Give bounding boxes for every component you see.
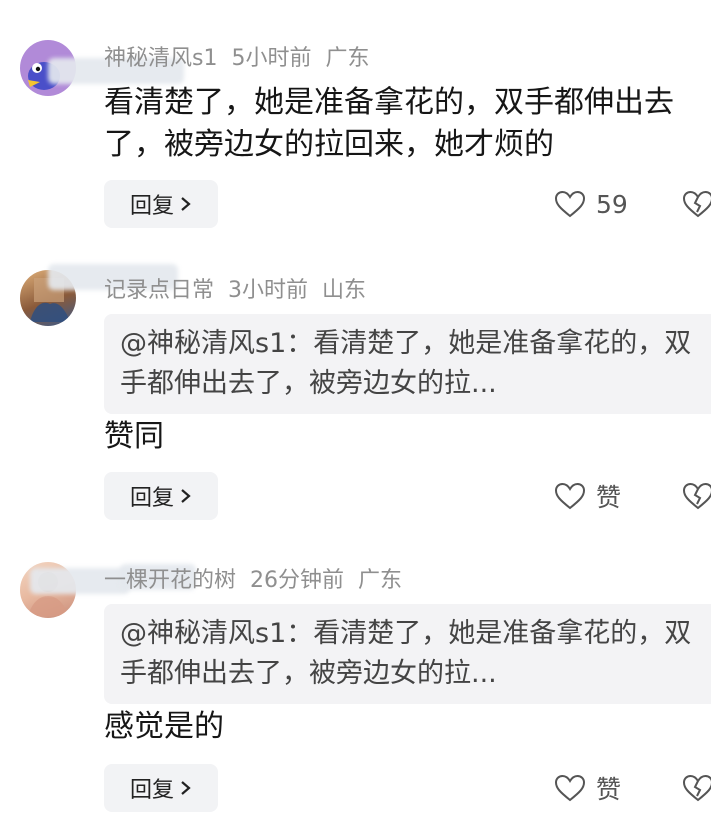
like-button[interactable]: 赞	[554, 764, 621, 812]
like-count: 赞	[596, 483, 622, 512]
like-count: 赞	[596, 775, 622, 804]
username[interactable]: 一棵开花的树	[104, 562, 236, 594]
reply-button[interactable]: 回复	[104, 764, 218, 812]
reply-button[interactable]: 回复	[104, 180, 218, 228]
broken-heart-icon	[682, 482, 711, 510]
comment-time: 26分钟前	[250, 568, 345, 593]
chevron-right-icon	[181, 197, 191, 211]
reply-label: 回复	[129, 778, 174, 803]
reply-label: 回复	[129, 486, 174, 511]
comment-location: 广东	[358, 568, 403, 593]
quoted-comment[interactable]: @神秘清风s1：看清楚了，她是准备拿花的，双手都伸出去了，被旁边女的拉...	[104, 604, 711, 704]
comment-time: 5小时前	[231, 46, 312, 71]
comment-time: 3小时前	[228, 278, 309, 303]
comment-meta: 神秘清风s1 5小时前 广东	[104, 40, 370, 72]
dislike-button[interactable]	[682, 472, 711, 520]
comment-location: 广东	[325, 46, 370, 71]
dislike-button[interactable]	[682, 764, 711, 812]
heart-icon	[554, 190, 586, 218]
broken-heart-icon	[682, 190, 711, 218]
like-button[interactable]: 赞	[554, 472, 621, 520]
like-count: 59	[596, 189, 628, 219]
chevron-right-icon	[181, 781, 191, 795]
username[interactable]: 神秘清风s1	[104, 40, 217, 72]
comment-item: 记录点日常 3小时前 山东 @神秘清风s1：看清楚了，她是准备拿花的，双手都伸出…	[0, 240, 711, 530]
comment-text: 感觉是的	[104, 709, 224, 744]
comment-meta: 记录点日常 3小时前 山东	[104, 272, 367, 304]
comment-item: 神秘清风s1 5小时前 广东 看清楚了，她是准备拿花的，双手都伸出去了，被旁边女…	[0, 0, 711, 240]
comment-text: 赞同	[104, 419, 164, 454]
comment-item: 一棵开花的树 26分钟前 广东 @神秘清风s1：看清楚了，她是准备拿花的，双手都…	[0, 530, 711, 822]
like-button[interactable]: 59	[554, 180, 628, 228]
heart-icon	[554, 482, 586, 510]
comment-text: 看清楚了，她是准备拿花的，双手都伸出去了，被旁边女的拉回来，她才烦的	[104, 85, 674, 162]
reply-label: 回复	[129, 194, 174, 219]
comment-meta: 一棵开花的树 26分钟前 广东	[104, 562, 403, 594]
chevron-right-icon	[181, 489, 191, 503]
quoted-comment[interactable]: @神秘清风s1：看清楚了，她是准备拿花的，双手都伸出去了，被旁边女的拉...	[104, 314, 711, 414]
username[interactable]: 记录点日常	[104, 272, 214, 304]
broken-heart-icon	[682, 774, 711, 802]
reply-button[interactable]: 回复	[104, 472, 218, 520]
comment-location: 山东	[322, 278, 367, 303]
dislike-button[interactable]	[682, 180, 711, 228]
heart-icon	[554, 774, 586, 802]
